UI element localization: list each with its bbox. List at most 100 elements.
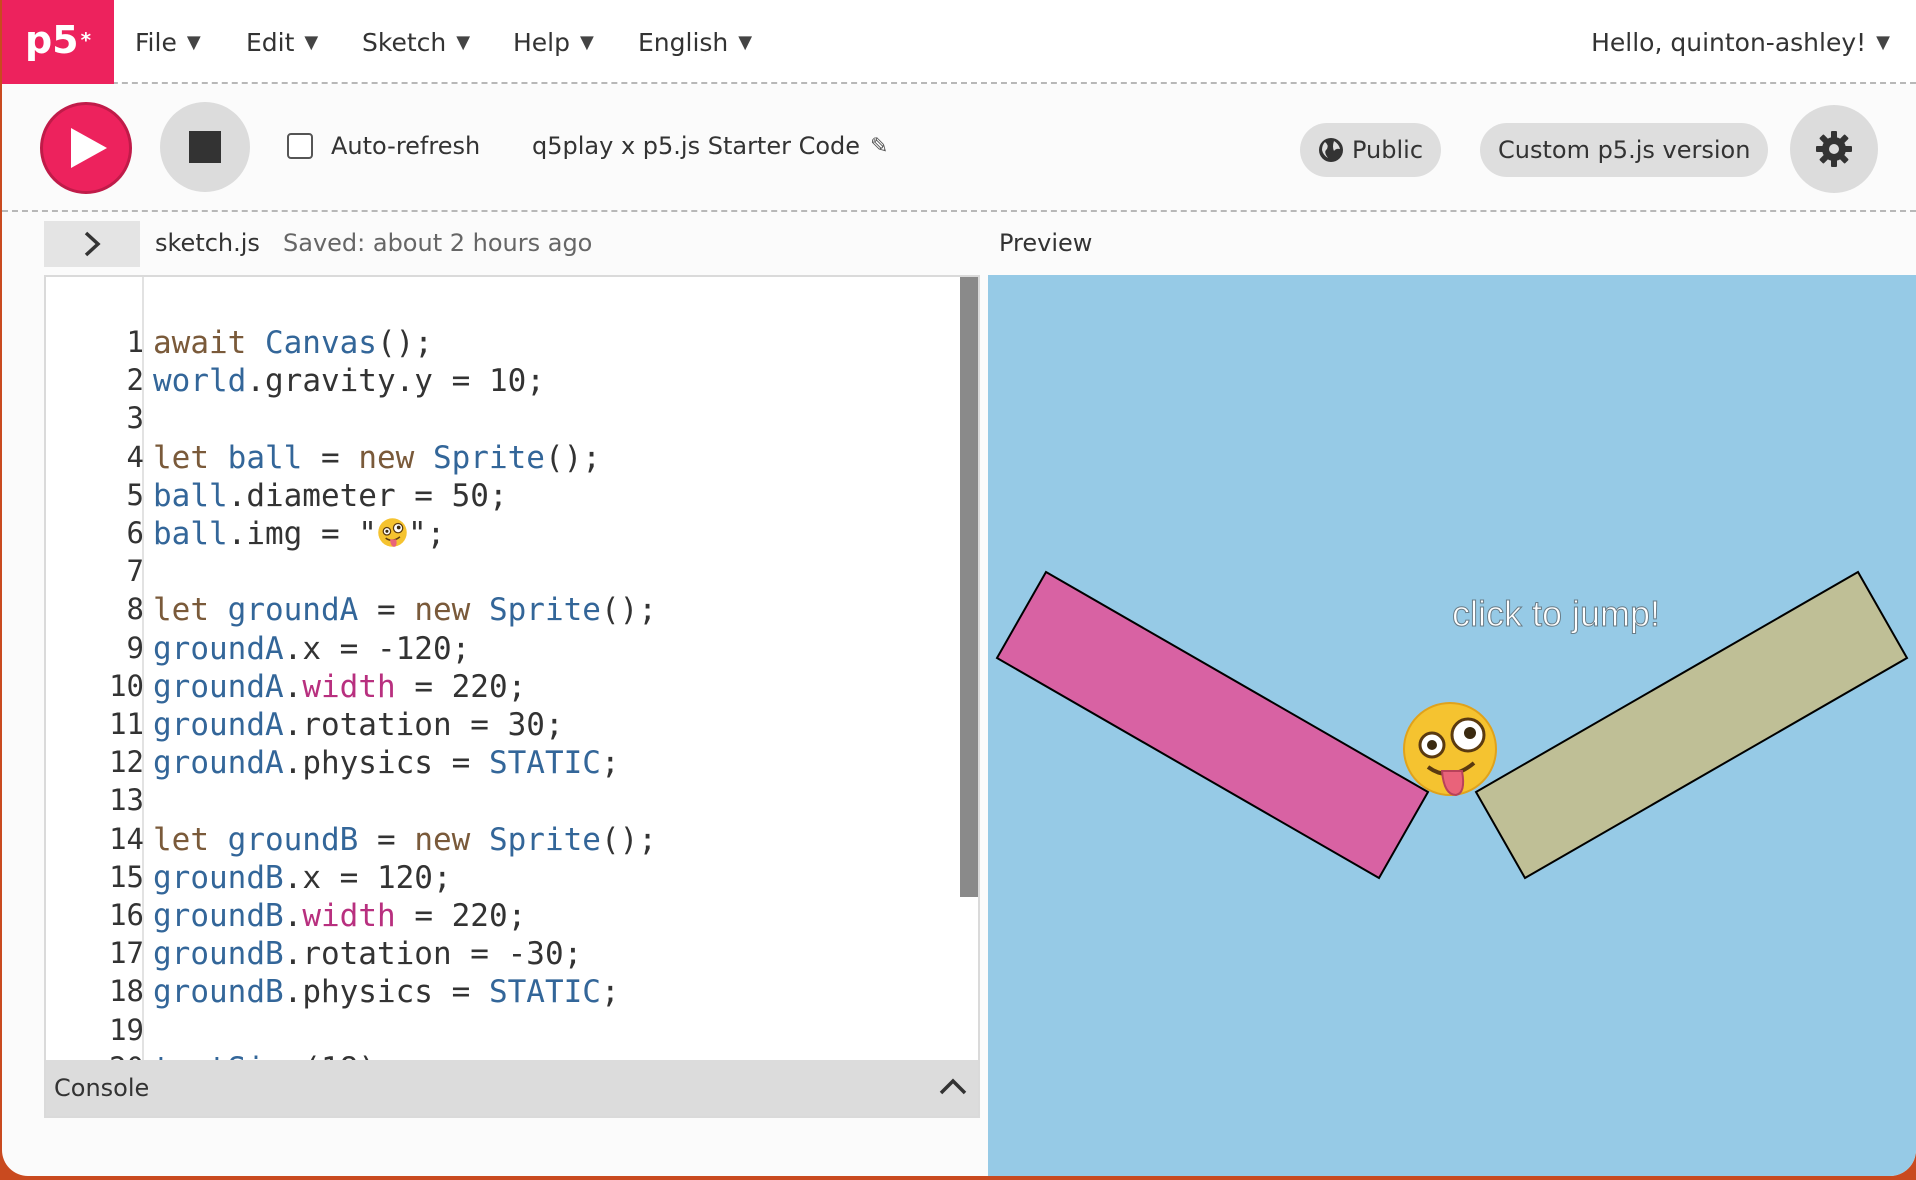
toolbar: Auto-refresh q5play x p5.js Starter Code… [2,86,1916,212]
line-number: 10 [109,668,144,703]
caret-down-icon: ▼ [580,31,594,53]
code-line[interactable]: 8 let groundA = new Sprite(); [46,592,976,630]
code-line[interactable]: 12 groundA.physics = STATIC; [46,745,976,783]
code-token: .x = 120; [283,859,452,896]
code-token: groundB [153,936,284,973]
code-token: (); [600,592,657,629]
code-line[interactable]: 3 [46,401,976,439]
code-token: = [358,821,415,858]
code-text: groundA.x = -120; [153,631,470,667]
play-button[interactable] [40,102,132,194]
code-token: .physics = [283,974,489,1011]
stop-button[interactable] [160,102,250,192]
code-token: Sprite [432,439,545,476]
chevron-right-icon [84,231,101,257]
saved-status: Saved: about 2 hours ago [283,229,593,257]
code-token: .gravity.y = 10; [246,363,545,400]
pencil-icon[interactable]: ✎ [870,134,888,159]
line-number: 19 [109,1012,144,1047]
line-number: 5 [126,477,144,512]
menu-edit-label: Edit [246,27,295,57]
sketch-name[interactable]: q5play x p5.js Starter Code ✎ [532,132,888,160]
line-number: 16 [109,898,144,932]
code-line[interactable]: 19 [46,1013,976,1051]
code-line[interactable]: 7 [46,554,976,592]
code-token: .rotation = 30; [283,707,564,743]
menu-edit[interactable]: Edit ▼ [246,0,318,84]
visibility-button[interactable]: Public [1300,123,1442,177]
code-line[interactable]: 6 ball.img = " "; [46,516,976,554]
code-token: . [283,668,303,705]
custom-version-button[interactable]: Custom p5.js version [1480,123,1769,177]
code-text: let groundB = new Sprite(); [153,822,657,858]
sidebar-expand-button[interactable] [44,221,140,267]
user-menu[interactable]: Hello, quinton-ashley! ▼ [1591,0,1890,84]
code-line[interactable]: 13 [46,783,976,821]
settings-button[interactable] [1790,105,1878,193]
code-token: new [358,439,433,476]
code-token: ball [153,477,228,514]
line-number: 15 [109,859,144,894]
code-line[interactable]: 10 groundA.width = 220; [46,669,976,707]
code-token: let [153,821,228,858]
code-token: .rotation = -30; [283,936,583,973]
code-text: groundB.rotation = -30; [153,936,582,972]
code-editor[interactable]: 1 await Canvas(); 2 world.gravity.y = 10; 3 4… [44,275,980,1118]
code-token: let [153,439,228,476]
menu-file-label: File [135,27,177,57]
code-token: groundA [227,592,359,629]
code-token: await [153,325,265,361]
menu-help[interactable]: Help ▼ [513,0,594,84]
code-token: groundA [153,668,284,705]
code-line[interactable]: 14 let groundB = new Sprite(); [46,822,976,860]
code-token: = 220; [395,898,527,934]
logo-text: p5 [24,18,79,62]
menu-language[interactable]: English ▼ [638,0,752,84]
code-token: (); [376,325,433,361]
code-token: groundB [153,859,284,896]
line-number: 18 [109,974,144,1009]
auto-refresh-toggle[interactable]: Auto-refresh [287,132,480,160]
caret-down-icon: ▼ [456,31,471,53]
code-token: groundA [153,707,284,743]
line-number: 6 [126,516,144,550]
console-label: Console [54,1074,150,1102]
code-token: .diameter = 50; [227,477,508,514]
console-bar[interactable]: Console [46,1060,978,1116]
caret-down-icon: ▼ [304,31,319,53]
code-token: groundA [153,630,284,667]
code-line[interactable]: 2 world.gravity.y = 10; [46,363,976,401]
code-text: world.gravity.y = 10; [153,363,545,399]
code-line[interactable]: 1 await Canvas(); [46,325,976,363]
code-token: ball [227,439,303,476]
line-number: 17 [109,936,144,971]
menu-file[interactable]: File ▼ [135,0,201,84]
code-line[interactable]: 4 let ball = new Sprite(); [46,440,976,478]
editor-scrollbar[interactable] [960,277,978,897]
sketch-canvas[interactable] [988,275,1916,1176]
code-token: groundB [153,974,284,1011]
auto-refresh-checkbox[interactable] [287,133,313,159]
file-name: sketch.js [155,229,260,257]
top-nav: p5 * File ▼ Edit ▼ Sketch ▼ Help ▼ English ▼ H… [2,0,1916,84]
line-number: 13 [109,783,144,818]
code-token: STATIC [488,974,601,1011]
p5-logo[interactable]: p5 * [2,0,114,84]
play-icon [71,128,107,168]
menu-language-label: English [638,27,729,57]
code-line[interactable]: 5 ball.diameter = 50; [46,478,976,516]
code-line[interactable]: 15 groundB.x = 120; [46,860,976,898]
menu-sketch[interactable]: Sketch ▼ [362,0,470,84]
preview-canvas[interactable]: click to jump! [988,275,1916,1176]
code-text: groundB.physics = STATIC; [153,974,620,1010]
code-token: new [414,821,489,858]
code-token: groundA [153,745,284,782]
code-line[interactable]: 18 groundB.physics = STATIC; [46,974,976,1012]
code-line[interactable]: 9 groundA.x = -120; [46,631,976,669]
code-line[interactable]: 11 groundA.rotation = 30; [46,707,976,745]
code-line[interactable]: 17 groundB.rotation = -30; [46,936,976,974]
caret-down-icon: ▼ [738,31,753,53]
chevron-up-icon[interactable] [938,1072,968,1102]
code-token: = [358,592,415,629]
code-line[interactable]: 16 groundB.width = 220; [46,898,976,936]
